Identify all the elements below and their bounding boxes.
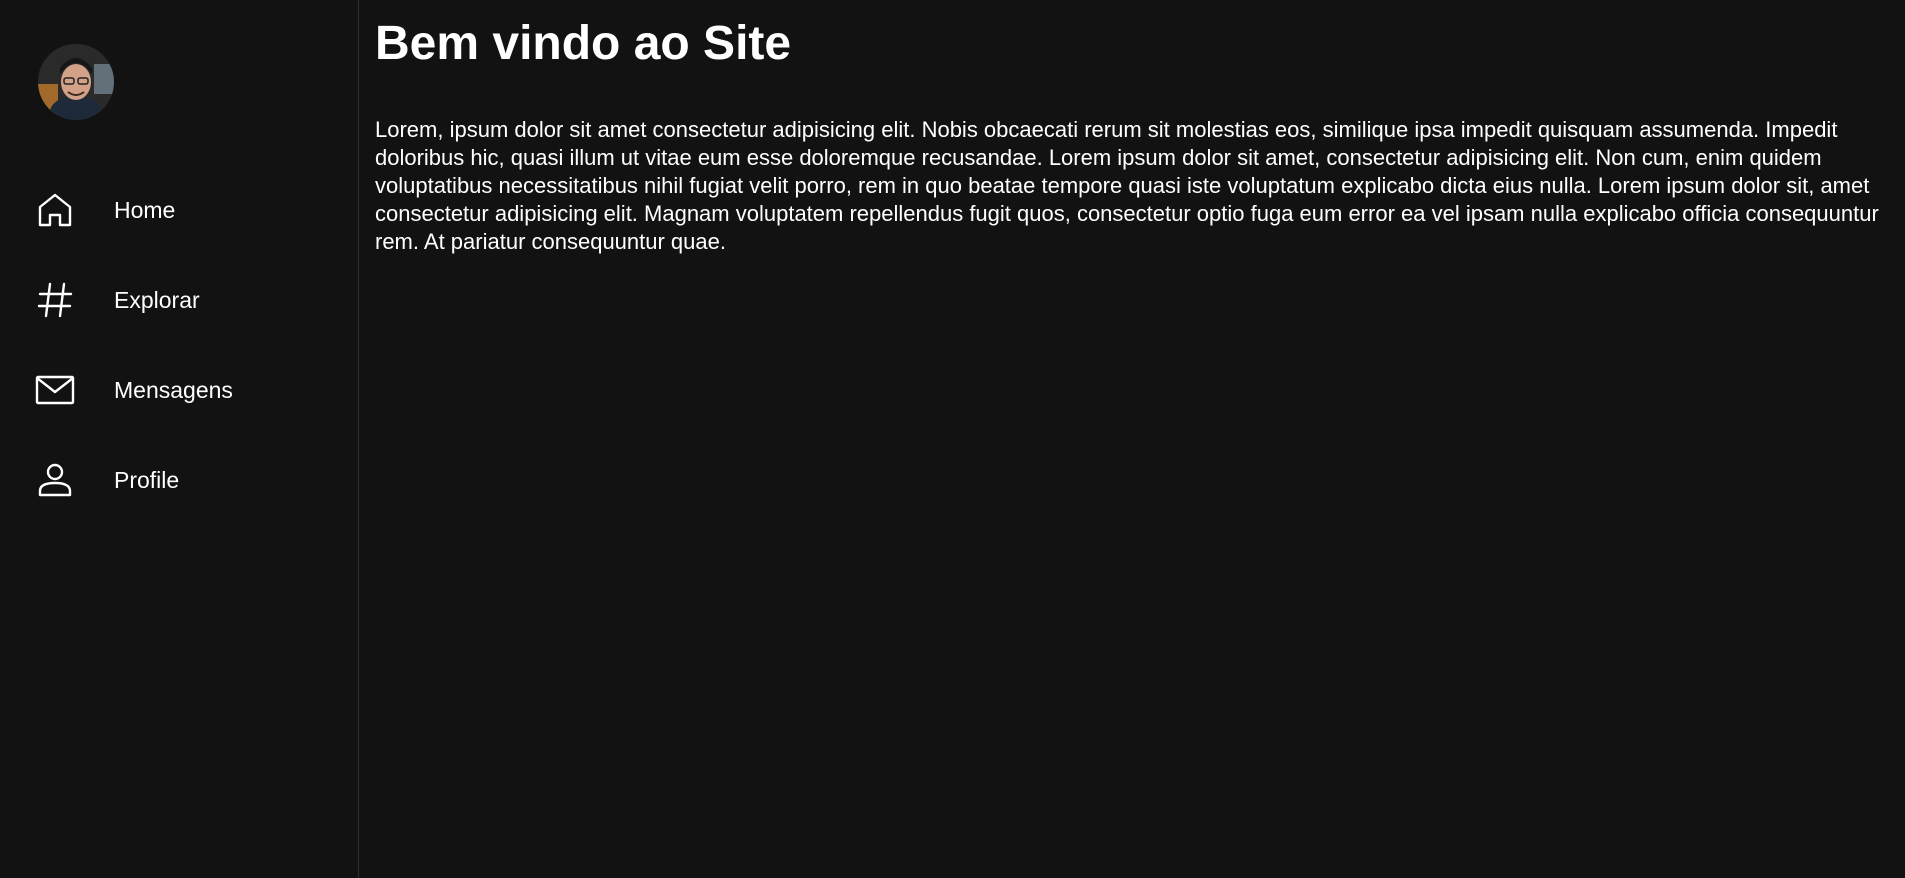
- mail-icon: [34, 369, 76, 411]
- sidebar-item-label: Home: [114, 196, 176, 223]
- page-body-text: Lorem, ipsum dolor sit amet consectetur …: [375, 117, 1879, 254]
- sidebar-item-profile[interactable]: Profile: [0, 435, 358, 525]
- person-icon: [34, 459, 76, 501]
- avatar-photo-icon: [38, 44, 114, 120]
- sidebar-item-label: Explorar: [114, 286, 200, 313]
- page-title: Bem vindo ao Site: [375, 17, 792, 70]
- avatar[interactable]: [38, 44, 114, 120]
- sidebar-item-label: Profile: [114, 466, 180, 493]
- sidebar-item-mensagens[interactable]: Mensagens: [0, 345, 358, 435]
- home-icon: [34, 189, 76, 231]
- main-content: Bem vindo ao Site Lorem, ipsum dolor sit…: [359, 0, 1905, 878]
- sidebar-nav: Home Explorar Mensagens Profile: [0, 165, 358, 525]
- sidebar-item-label: Mensagens: [114, 376, 233, 403]
- sidebar-item-home[interactable]: Home: [0, 165, 358, 255]
- hashtag-icon: [34, 279, 76, 321]
- app-root: Home Explorar Mensagens Profile Bem vind…: [0, 0, 1905, 878]
- sidebar-item-explorar[interactable]: Explorar: [0, 255, 358, 345]
- sidebar: Home Explorar Mensagens Profile: [0, 0, 359, 878]
